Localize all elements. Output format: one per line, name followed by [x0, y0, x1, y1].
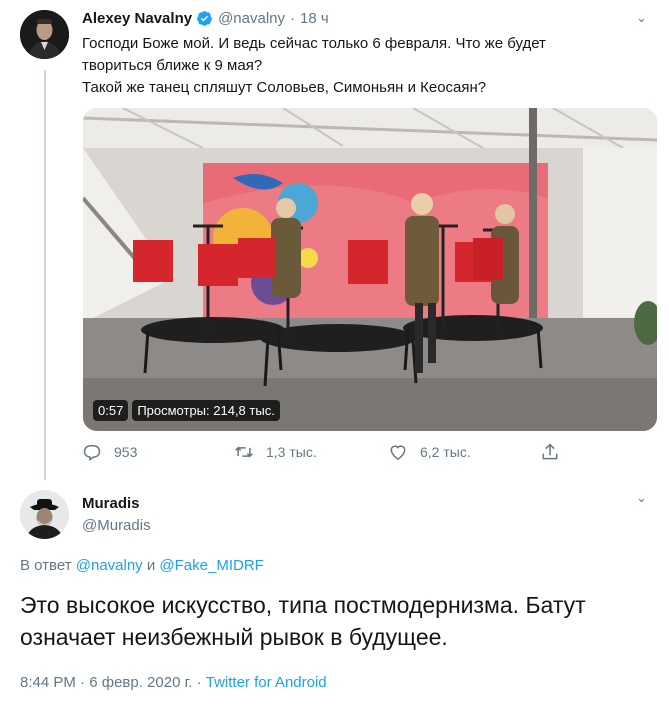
reply-count: 953 — [114, 444, 138, 460]
video-frame — [83, 108, 657, 431]
like-count: 6,2 тыс. — [420, 444, 471, 460]
share-icon — [542, 443, 558, 460]
reply-text: Это высокое искусство, типа постмодерниз… — [20, 589, 655, 653]
video-player[interactable]: 0:57 Просмотры: 214,8 тыс. — [83, 108, 657, 431]
avatar[interactable] — [20, 10, 69, 59]
thread-line — [44, 70, 46, 480]
verified-icon — [197, 11, 213, 26]
reply-text-line: означает неизбежный рывок в будущее. — [20, 624, 448, 650]
meta-dot: · — [196, 674, 202, 691]
separator-dot: · — [290, 10, 296, 27]
video-badges: 0:57 Просмотры: 214,8 тыс. — [93, 400, 280, 421]
tweet-meta: 8:44 PM · 6 февр. 2020 г. · Twitter for … — [20, 674, 327, 691]
retweet-icon — [235, 446, 253, 458]
timestamp-date[interactable]: 6 февр. 2020 г. — [89, 674, 192, 691]
retweet-count: 1,3 тыс. — [266, 444, 317, 460]
author-name[interactable]: Alexey Navalny — [82, 10, 192, 27]
chevron-down-icon[interactable]: ⌄ — [636, 10, 647, 26]
in-reply-label: В ответ — [20, 557, 72, 574]
video-views: Просмотры: 214,8 тыс. — [132, 400, 280, 421]
timestamp-time[interactable]: 8:44 PM — [20, 674, 76, 691]
retweet-button[interactable]: 1,3 тыс. — [234, 442, 317, 462]
mention-link[interactable]: @Fake_MIDRF — [159, 557, 263, 574]
author-handle[interactable]: @Muradis — [82, 517, 151, 534]
tweet-text-line: Господи Боже мой. И ведь сейчас только 6… — [82, 35, 546, 52]
meta-dot: · — [80, 674, 86, 691]
reply-tweet: Muradis @Muradis ⌄ В ответ @navalny и @F… — [0, 480, 669, 710]
avatar[interactable] — [20, 490, 69, 539]
video-duration: 0:57 — [93, 400, 129, 421]
tweet-text-line: Такой же танец спляшут Соловьев, Симонья… — [82, 79, 487, 96]
like-icon — [390, 445, 406, 460]
mention-link[interactable]: @navalny — [76, 557, 143, 574]
author-handle[interactable]: @navalny — [218, 10, 285, 27]
tweet-text: Господи Боже мой. И ведь сейчас только 6… — [82, 33, 652, 99]
chevron-down-icon[interactable]: ⌄ — [636, 490, 647, 506]
source-label[interactable]: Twitter for Android — [206, 674, 327, 691]
main-tweet: Alexey Navalny @navalny · 18 ч ⌄ Господи… — [0, 0, 669, 480]
reply-text-line: Это высокое искусство, типа постмодерниз… — [20, 592, 586, 618]
author-name[interactable]: Muradis — [82, 495, 140, 512]
in-reply-to: В ответ @navalny и @Fake_MIDRF — [20, 557, 264, 574]
in-reply-conjunction: и — [146, 557, 156, 574]
tweet-actions: 953 1,3 тыс. 6,2 тыс. — [82, 442, 562, 466]
reply-button[interactable]: 953 — [82, 442, 137, 462]
tweet-text-line: твориться ближе к 9 мая? — [82, 57, 263, 74]
like-button[interactable]: 6,2 тыс. — [388, 442, 471, 462]
tweet-time[interactable]: 18 ч — [300, 10, 329, 27]
share-button[interactable] — [540, 442, 572, 462]
reply-icon — [83, 445, 101, 462]
tweet-header: Alexey Navalny @navalny · 18 ч — [82, 10, 329, 27]
